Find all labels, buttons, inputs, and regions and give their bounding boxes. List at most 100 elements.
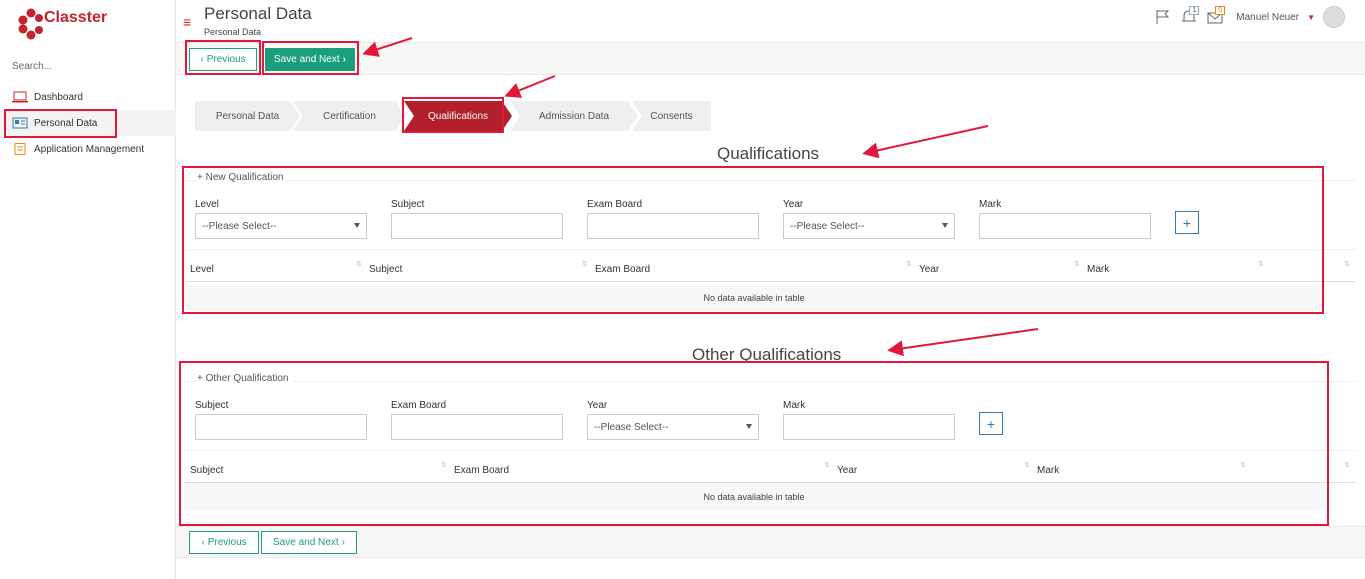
app-name: Classter: [44, 9, 108, 26]
divider: [186, 249, 1356, 250]
year-select[interactable]: --Please Select--: [783, 213, 955, 239]
user-menu-caret-icon[interactable]: ▼: [1307, 13, 1315, 22]
other-subject-label: Subject: [195, 400, 229, 411]
sort-icon[interactable]: ⇅: [1024, 461, 1030, 469]
page-breadcrumb: Personal Data: [204, 27, 262, 37]
column-header-level[interactable]: Level: [190, 264, 214, 275]
other-mark-input[interactable]: [783, 414, 955, 440]
sort-icon[interactable]: ⇅: [1258, 260, 1264, 268]
caret-down-icon: [354, 223, 360, 228]
laptop-icon: [12, 91, 28, 103]
hamburger-menu-icon[interactable]: ≡: [183, 14, 191, 30]
step-consents[interactable]: Consents: [632, 101, 711, 131]
step-certification[interactable]: Certification: [293, 101, 406, 131]
sort-icon[interactable]: ⇅: [1344, 260, 1350, 268]
sidebar-item-label: Personal Data: [34, 117, 98, 129]
year-label: Year: [783, 199, 804, 210]
sort-icon[interactable]: ⇅: [1344, 461, 1350, 469]
sort-icon[interactable]: ⇅: [582, 260, 588, 268]
plus-icon: +: [1182, 214, 1192, 231]
message-count-badge: 0: [1215, 6, 1226, 15]
sort-icon[interactable]: ⇅: [1074, 260, 1080, 268]
action-bar-top: ‹ Previous Save and Next ›: [176, 42, 1365, 75]
notification-count-badge: 1: [1189, 6, 1200, 15]
chevron-left-icon: ‹: [200, 54, 204, 65]
step-qualifications[interactable]: Qualifications: [404, 101, 512, 131]
sidebar-item-label: Application Management: [34, 143, 145, 155]
sidebar-item-application-management[interactable]: Application Management: [0, 136, 176, 162]
arrow-to-qualifications: [862, 125, 989, 159]
column-header-mark[interactable]: Mark: [1037, 465, 1059, 476]
flag-icon[interactable]: [1154, 8, 1172, 26]
add-qualification-button[interactable]: +: [1175, 211, 1199, 234]
other-year-label: Year: [587, 400, 608, 411]
column-header-exam-board[interactable]: Exam Board: [595, 264, 650, 275]
column-header-subject[interactable]: Subject: [190, 465, 223, 476]
new-qualification-legend[interactable]: + New Qualification: [197, 172, 288, 183]
arrow-to-step: [504, 75, 556, 98]
page-title: Personal Data: [204, 4, 312, 23]
exam-board-label: Exam Board: [587, 199, 643, 210]
other-qualifications-title: Other Qualifications: [692, 345, 842, 364]
top-bar: ≡ Personal Data Personal Data 1 0 Manuel…: [176, 0, 1365, 42]
mark-input[interactable]: [979, 213, 1151, 239]
save-and-next-button[interactable]: Save and Next ›: [265, 48, 355, 71]
sidebar-item-personal-data[interactable]: Personal Data: [0, 110, 176, 136]
sidebar-item-label: Dashboard: [34, 91, 83, 103]
step-admission-data[interactable]: Admission Data: [510, 101, 638, 131]
app-logo[interactable]: [16, 8, 46, 40]
messages-envelope[interactable]: 0: [1206, 6, 1226, 26]
previous-button[interactable]: ‹ Previous: [189, 48, 257, 71]
avatar[interactable]: [1323, 6, 1345, 28]
other-subject-input[interactable]: [195, 414, 367, 440]
sort-icon[interactable]: ⇅: [906, 260, 912, 268]
caret-down-icon: [746, 424, 752, 429]
other-qualifications-table-header: Subject ⇅ Exam Board ⇅ Year ⇅ Mark ⇅ ⇅: [184, 460, 1356, 483]
column-header-mark[interactable]: Mark: [1087, 264, 1109, 275]
step-personal-data[interactable]: Personal Data: [195, 101, 300, 131]
classter-logo-icon: [18, 8, 43, 40]
save-and-next-button[interactable]: Save and Next ›: [261, 531, 357, 554]
arrow-to-other-qualifications: [887, 328, 1039, 357]
sort-icon[interactable]: ⇅: [441, 461, 447, 469]
previous-button[interactable]: ‹ Previous: [189, 531, 259, 554]
notifications-bell[interactable]: 1: [1180, 6, 1200, 26]
user-name[interactable]: Manuel Neuer: [1236, 12, 1299, 23]
level-select[interactable]: --Please Select--: [195, 213, 367, 239]
subject-input[interactable]: [391, 213, 563, 239]
column-header-subject[interactable]: Subject: [369, 264, 402, 275]
column-header-exam-board[interactable]: Exam Board: [454, 465, 509, 476]
action-bar-bottom: ‹ Previous Save and Next ›: [176, 526, 1365, 558]
top-icons: 1 0 Manuel Neuer ▼: [1154, 6, 1345, 28]
chevron-right-icon: ›: [342, 54, 346, 65]
subject-label: Subject: [391, 199, 425, 210]
qualifications-table-header: Level ⇅ Subject ⇅ Exam Board ⇅ Year ⇅ Ma…: [186, 259, 1356, 282]
other-exam-board-label: Exam Board: [391, 400, 447, 411]
plus-icon: +: [197, 373, 206, 384]
other-year-select[interactable]: --Please Select--: [587, 414, 759, 440]
other-mark-label: Mark: [783, 400, 806, 411]
caret-down-icon: [942, 223, 948, 228]
empty-table-message: No data available in table: [184, 484, 1324, 510]
add-other-qualification-button[interactable]: +: [979, 412, 1003, 435]
column-header-year[interactable]: Year: [919, 264, 939, 275]
plus-icon: +: [986, 415, 996, 432]
document-icon: [14, 143, 26, 155]
sidebar-search-input[interactable]: [12, 58, 162, 74]
sort-icon[interactable]: ⇅: [356, 260, 362, 268]
level-label: Level: [195, 199, 219, 210]
mark-label: Mark: [979, 199, 1002, 210]
column-header-year[interactable]: Year: [837, 465, 857, 476]
chevron-right-icon: ›: [341, 537, 345, 548]
other-exam-board-input[interactable]: [391, 414, 563, 440]
qualifications-title: Qualifications: [717, 144, 820, 163]
divider: [186, 180, 1356, 181]
plus-icon: +: [197, 172, 206, 183]
sort-icon[interactable]: ⇅: [1240, 461, 1246, 469]
exam-board-input[interactable]: [587, 213, 759, 239]
empty-table-message: No data available in table: [186, 285, 1322, 311]
sort-icon[interactable]: ⇅: [824, 461, 830, 469]
other-qualification-legend[interactable]: + Other Qualification: [197, 373, 293, 384]
sidebar-item-dashboard[interactable]: Dashboard: [0, 84, 176, 110]
divider: [186, 450, 1356, 451]
